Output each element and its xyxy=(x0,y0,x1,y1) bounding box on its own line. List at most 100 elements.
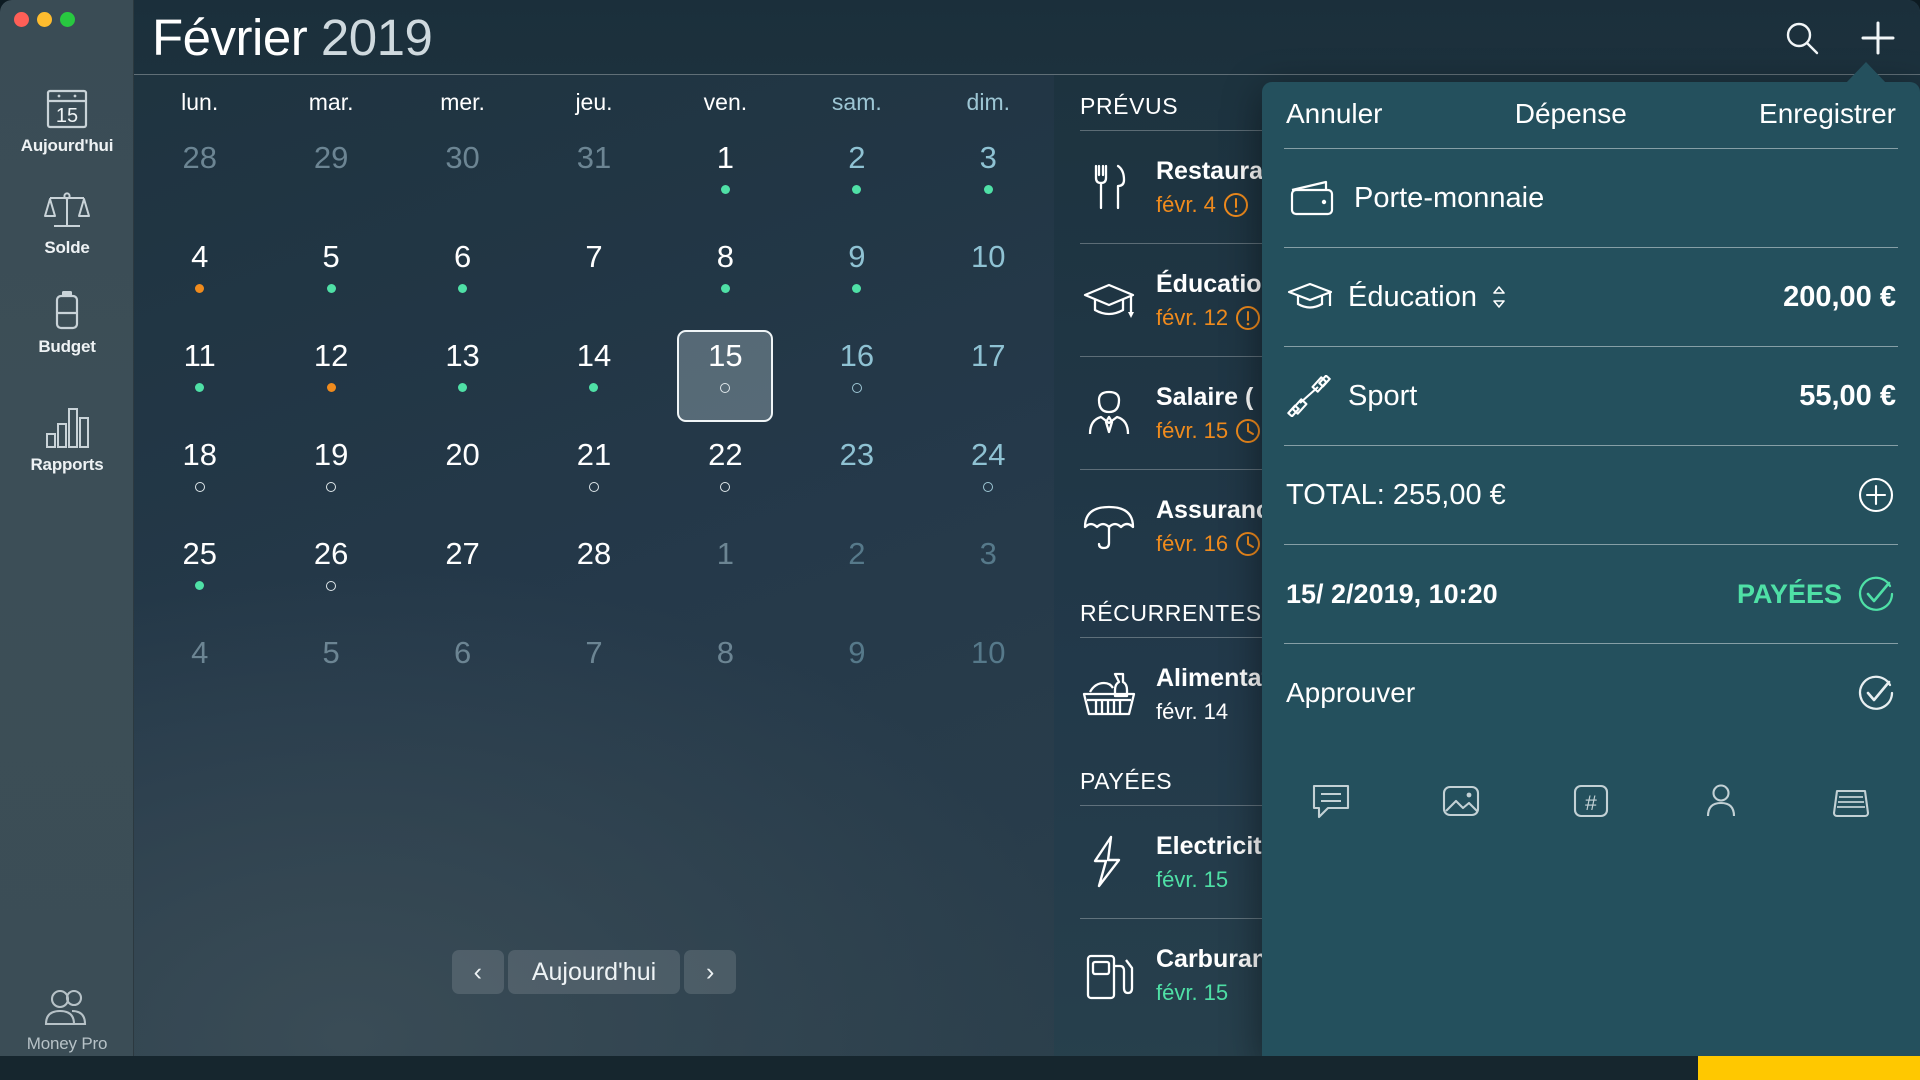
calendar-day-ring xyxy=(851,383,862,393)
calendar-day[interactable]: 30 xyxy=(397,128,528,227)
calendar-day-number: 24 xyxy=(971,437,1006,472)
line-amount[interactable]: 200,00 € xyxy=(1783,281,1896,314)
calendar-day[interactable]: 11 xyxy=(134,326,265,425)
calendar-day-number: 3 xyxy=(979,536,997,571)
sidebar-item-solde[interactable]: Solde xyxy=(0,188,134,258)
basket-icon xyxy=(1080,668,1138,720)
calendar-day[interactable]: 25 xyxy=(134,524,265,623)
plus-circle-icon[interactable] xyxy=(1856,475,1896,515)
calendar-day[interactable]: 15 xyxy=(660,326,791,425)
next-month-button[interactable]: › xyxy=(684,950,737,994)
calendar-day[interactable]: 1 xyxy=(660,128,791,227)
sidebar-item-aujourdhui[interactable]: 15 Aujourd'hui xyxy=(0,86,134,156)
calendar-day[interactable]: 1 xyxy=(660,524,791,623)
calendar-day[interactable]: 4 xyxy=(134,623,265,722)
calendar-day[interactable]: 21 xyxy=(528,425,659,524)
zoom-button[interactable] xyxy=(60,12,75,27)
calendar-day[interactable]: 14 xyxy=(528,326,659,425)
sidebar-item-rapports[interactable]: Rapports xyxy=(0,405,134,475)
calendar-grid: 28 29 30 31 1 2 3 4 5 6 7 8 9 10 11 12 13 14 15 16 17 18 19 20 2… xyxy=(134,128,1054,722)
photo-icon[interactable] xyxy=(1438,778,1484,824)
calendar-day[interactable]: 26 xyxy=(265,524,396,623)
chevron-updown-icon[interactable] xyxy=(1491,284,1507,310)
calendar-day-number: 1 xyxy=(716,536,735,571)
svg-text:15: 15 xyxy=(56,105,78,127)
app-window: 15 Aujourd'hui Solde Budget Rapports Mon… xyxy=(0,0,1920,1080)
calendar-day[interactable]: 3 xyxy=(923,128,1054,227)
calendar-day[interactable]: 19 xyxy=(265,425,396,524)
calendar-day[interactable]: 31 xyxy=(528,128,659,227)
search-icon[interactable] xyxy=(1782,18,1822,58)
calendar-weekday: dim. xyxy=(966,89,1010,115)
popover-date-row[interactable]: 15/ 2/2019, 10:20 PAYÉES xyxy=(1262,545,1920,643)
line-amount[interactable]: 55,00 € xyxy=(1799,380,1896,413)
calendar-day-dot xyxy=(326,284,336,293)
status-badge[interactable]: PAYÉES xyxy=(1737,574,1896,614)
sidebar-item-money-pro[interactable]: Money Pro xyxy=(0,984,134,1054)
save-button[interactable]: Enregistrer xyxy=(1759,98,1896,130)
prev-month-button[interactable]: ‹ xyxy=(451,950,504,994)
calendar-day-dot xyxy=(195,581,205,590)
battery-icon xyxy=(50,287,84,331)
calendar-15-icon: 15 xyxy=(45,86,89,130)
calendar-day[interactable]: 16 xyxy=(791,326,922,425)
calendar-day[interactable]: 7 xyxy=(528,227,659,326)
transaction-name: Salaire ( xyxy=(1156,382,1254,411)
calendar-day-ring xyxy=(194,482,205,492)
contact-icon[interactable] xyxy=(1698,778,1744,824)
calendar-day-number: 15 xyxy=(708,338,743,373)
calendar-day[interactable]: 8 xyxy=(660,623,791,722)
calendar-day-number: 3 xyxy=(979,140,997,175)
calendar-day-dot xyxy=(458,383,468,392)
calendar-day[interactable]: 9 xyxy=(791,227,922,326)
calendar-day[interactable]: 28 xyxy=(528,524,659,623)
calendar-day[interactable]: 10 xyxy=(923,227,1054,326)
calendar-day-number: 17 xyxy=(971,338,1006,373)
calendar-day-number: 25 xyxy=(182,536,217,571)
transaction-datetime[interactable]: 15/ 2/2019, 10:20 xyxy=(1286,579,1498,610)
calendar-day[interactable]: 29 xyxy=(265,128,396,227)
calendar-day[interactable]: 5 xyxy=(265,623,396,722)
today-button[interactable]: Aujourd'hui xyxy=(507,950,681,994)
calendar-day[interactable]: 20 xyxy=(397,425,528,524)
calendar-day[interactable]: 8 xyxy=(660,227,791,326)
calendar-day[interactable]: 6 xyxy=(397,227,528,326)
calendar-day[interactable]: 28 xyxy=(134,128,265,227)
calendar-day-ring xyxy=(326,581,337,591)
transaction-name: Éducation xyxy=(1156,269,1277,298)
transaction-date: févr. 15 xyxy=(1156,418,1261,444)
calendar-day[interactable]: 4 xyxy=(134,227,265,326)
calendar-day[interactable]: 5 xyxy=(265,227,396,326)
comment-icon[interactable] xyxy=(1308,778,1354,824)
popover-approve-row[interactable]: Approuver xyxy=(1262,644,1920,742)
cancel-button[interactable]: Annuler xyxy=(1286,98,1383,130)
popover-account-row[interactable]: Porte-monnaie xyxy=(1262,149,1920,247)
calendar-day[interactable]: 12 xyxy=(265,326,396,425)
sidebar-item-budget[interactable]: Budget xyxy=(0,287,134,357)
calendar-day[interactable]: 2 xyxy=(791,128,922,227)
calendar-day[interactable]: 13 xyxy=(397,326,528,425)
drawer-icon[interactable] xyxy=(1828,778,1874,824)
minimize-button[interactable] xyxy=(37,12,52,27)
calendar-day[interactable]: 24 xyxy=(923,425,1054,524)
calendar-day[interactable]: 2 xyxy=(791,524,922,623)
calendar-day[interactable]: 6 xyxy=(397,623,528,722)
calendar-day[interactable]: 17 xyxy=(923,326,1054,425)
window-controls[interactable] xyxy=(14,12,75,27)
check-circle-icon[interactable] xyxy=(1856,673,1896,713)
hashtag-icon[interactable]: # xyxy=(1568,778,1614,824)
calendar-day[interactable]: 23 xyxy=(791,425,922,524)
plus-icon[interactable] xyxy=(1858,18,1898,58)
transaction-date: févr. 15 xyxy=(1156,979,1229,1005)
popover-line-sport[interactable]: Sport 55,00 € xyxy=(1262,347,1920,445)
calendar-day[interactable]: 22 xyxy=(660,425,791,524)
calendar-day[interactable]: 7 xyxy=(528,623,659,722)
approve-label: Approuver xyxy=(1286,677,1416,708)
calendar-day[interactable]: 9 xyxy=(791,623,922,722)
calendar-day[interactable]: 18 xyxy=(134,425,265,524)
popover-line-education[interactable]: Éducation 200,00 € xyxy=(1262,248,1920,346)
calendar-day[interactable]: 10 xyxy=(923,623,1054,722)
calendar-day[interactable]: 27 xyxy=(397,524,528,623)
calendar-day[interactable]: 3 xyxy=(923,524,1054,623)
close-button[interactable] xyxy=(14,12,29,27)
